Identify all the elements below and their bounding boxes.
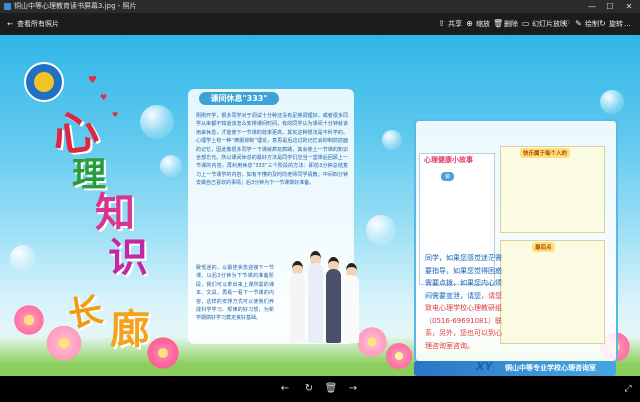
slideshow-button[interactable]: ▭ 幻灯片放映 [521, 18, 567, 30]
story-box-2-title: 快乐属于每个人的 [520, 148, 571, 158]
counseling-text: 同学，如果您感觉迷茫需要指导，如果您觉得困惑需要点拨，如果您内心烦闷需要宣泄，请… [425, 252, 503, 352]
students-photo [290, 243, 365, 343]
student [290, 273, 305, 343]
fullscreen-icon[interactable]: ⤢ [622, 383, 634, 395]
delete-icon: 🗑 [493, 19, 504, 28]
share-button[interactable]: ⇪ 共享 [437, 18, 462, 30]
share-icon: ⇪ [438, 19, 445, 28]
maximize-button[interactable]: ☐ [601, 0, 619, 13]
footer-text: 铜山中等专业学校心理咨询室 [505, 364, 596, 372]
flower [145, 335, 181, 371]
draw-icon: ✎ [575, 19, 582, 28]
more-label: ... [624, 20, 631, 28]
view-all-photos-label: 查看所有照片 [17, 20, 59, 28]
draw-button[interactable]: ✎ 绘制 [574, 18, 599, 30]
next-button[interactable]: → [346, 382, 360, 396]
share-label: 共享 [448, 20, 462, 28]
counseling-text-part2: ，请您致电心理学校心理教研组（0516-69691081）联系，另外，您也可以到… [425, 291, 502, 350]
toolbar: ←查看所有照片 ⇪共享 ⊕缩放 🗑删除 ▭幻灯片放映 ♡ ✎绘制 ▣编辑 ↻旋转… [0, 13, 640, 35]
school-logo [24, 62, 64, 102]
article-title: 课间休息"333" [199, 92, 279, 105]
article-body-continued: 致低迷的，以最佳状态迎接下一节课。以后3分钟为下节课的准备阶段，我们可以拿出来上… [196, 265, 274, 322]
bubble [160, 155, 182, 177]
heart-icon: ♥ [88, 75, 97, 86]
title-char-chang: 长 [65, 290, 106, 336]
photos-app-icon [4, 3, 11, 10]
delete-bottom-button[interactable]: 🗑 [324, 382, 338, 396]
previous-button[interactable]: ← [278, 382, 292, 396]
story-box-3-title: 最后点 [532, 242, 555, 252]
rotate-button[interactable]: ↻ 旋转 [598, 18, 623, 30]
favorite-icon: ♡ [562, 19, 571, 28]
rotate-label: 旋转 [609, 20, 623, 28]
more-button[interactable]: ... [624, 18, 631, 30]
title-char-shi: 识 [108, 234, 148, 281]
minimize-button[interactable]: — [583, 0, 601, 13]
zoom-button[interactable]: ⊕ 缩放 [465, 18, 490, 30]
slideshow-icon: ▭ [521, 19, 530, 28]
story-box-3 [500, 240, 605, 344]
story-box-2 [500, 146, 605, 233]
delete-label: 删除 [504, 20, 518, 28]
bubble [366, 215, 396, 245]
view-all-photos-button[interactable]: ← 查看所有照片 [6, 18, 59, 30]
bubble [382, 130, 402, 150]
image-viewer[interactable]: ♥ ♥ ♥ 心 理 知 识 长 廊 课间休息"333" 刚刚开学，很多同学对于调… [0, 35, 640, 376]
close-button[interactable]: ✕ [620, 0, 638, 13]
window-title: 铜山中等心理教育读书屏幕3.jpg - 照片 [14, 2, 137, 10]
favorite-button[interactable]: ♡ [562, 18, 573, 30]
draw-label: 绘制 [585, 20, 599, 28]
xy-logo: XY [476, 360, 493, 373]
story-heading: 心理健康小故事 [424, 156, 473, 164]
back-arrow-icon: ← [7, 20, 13, 28]
student [326, 269, 341, 343]
rotate-bottom-button[interactable]: ↻ [302, 382, 316, 396]
title-bar: 铜山中等心理教育读书屏幕3.jpg - 照片 — ☐ ✕ [0, 0, 640, 13]
bubble [140, 105, 174, 139]
bottom-bar: ← ↻ 🗑 → ⤢ [0, 376, 640, 402]
delete-button[interactable]: 🗑删除 [493, 18, 518, 30]
title-char-lang: 廊 [110, 306, 150, 353]
heart-icon: ♥ [112, 111, 119, 119]
article-body: 刚刚开学，很多同学对于调试十分种还没有足够调理好，或者很多同学从来都不知道该怎么… [196, 113, 348, 187]
zoom-icon: ⊕ [466, 19, 473, 28]
bubble [600, 90, 624, 114]
flower [12, 303, 46, 337]
zoom-label: 缩放 [476, 20, 490, 28]
bubble [10, 245, 36, 271]
student [308, 263, 323, 343]
student [344, 275, 359, 343]
heart-icon: ♥ [100, 93, 108, 102]
story-subheading: 窗 [441, 172, 455, 181]
rotate-icon: ↻ [599, 19, 606, 28]
flower [384, 341, 414, 371]
